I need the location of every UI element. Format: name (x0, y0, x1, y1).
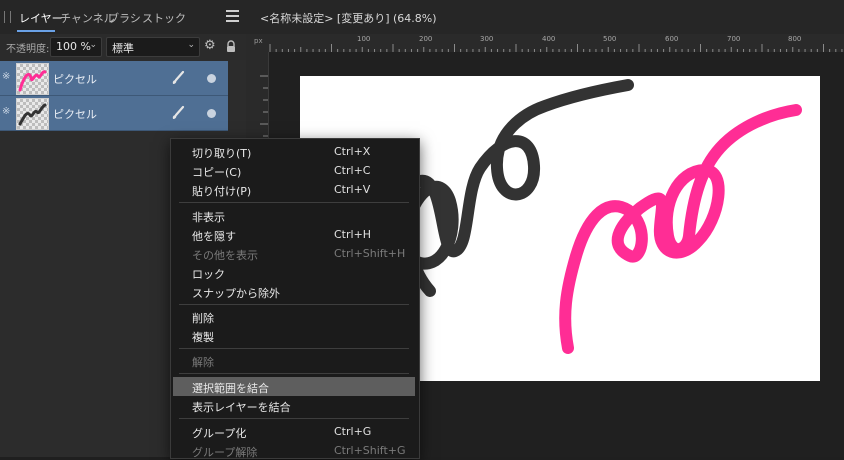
menu-item-shortcut: Ctrl+Shift+H (334, 247, 406, 260)
gear-icon[interactable]: ⚙ (204, 39, 218, 53)
link-icon[interactable]: ※ (2, 71, 10, 82)
menu-item-label: スナップから除外 (192, 287, 280, 300)
menu-item-label: 非表示 (192, 211, 225, 224)
layer-name: ピクセル (53, 108, 97, 121)
menu-item-ungroup: グループ解除 Ctrl+Shift+G (171, 441, 417, 458)
layer-row[interactable]: ※ ピクセル (0, 96, 228, 131)
ruler-label: 800 (788, 35, 802, 43)
layer-thumbnail (16, 63, 49, 95)
menu-item-delete[interactable]: 削除 (171, 307, 417, 326)
brush-icon[interactable] (170, 105, 186, 121)
menu-item-hide[interactable]: 非表示 (171, 206, 417, 225)
ruler-label: 400 (542, 35, 556, 43)
visibility-toggle[interactable] (207, 109, 216, 118)
document-tab-bar: <名称未設定> [変更あり] (64.8%) (246, 0, 844, 35)
opacity-dropdown[interactable]: 100 % ⌄ (50, 37, 102, 57)
menu-item-hide-others[interactable]: 他を隠す Ctrl+H (171, 225, 417, 244)
menu-item-label: 切り取り(T) (192, 147, 252, 160)
ruler-label: 200 (419, 35, 433, 43)
menu-item-shortcut: Ctrl+C (334, 164, 371, 177)
menu-item-label: グループ化 (192, 427, 247, 440)
ruler-label: 500 (603, 35, 617, 43)
pink-brush-stroke (559, 104, 802, 354)
menu-item-label: 複製 (192, 331, 214, 344)
layers-scrollbar[interactable] (228, 60, 246, 130)
dark-brush-stroke (392, 79, 634, 297)
tab-channels[interactable]: チャンネル (60, 10, 115, 26)
menu-item-cut[interactable]: 切り取り(T) Ctrl+X (171, 142, 417, 161)
ruler-label: 700 (727, 35, 741, 43)
menu-item-copy[interactable]: コピー(C) Ctrl+C (171, 161, 417, 180)
lock-icon[interactable] (226, 40, 236, 54)
menu-item-shortcut: Ctrl+V (334, 183, 371, 196)
layer-thumbnail (16, 98, 49, 130)
menu-item-label: 選択範囲を結合 (192, 382, 269, 395)
context-menu: 切り取り(T) Ctrl+X コピー(C) Ctrl+C 貼り付け(P) Ctr… (170, 138, 420, 459)
menu-item-merge-visible[interactable]: 表示レイヤーを結合 (171, 396, 417, 415)
panel-tab-bar: レイヤー チャンネル ブラシ ストック (0, 0, 246, 35)
menu-item-label: ロック (192, 268, 225, 281)
menu-item-lock[interactable]: ロック (171, 263, 417, 282)
menu-item-label: 表示レイヤーを結合 (192, 401, 291, 414)
link-icon[interactable]: ※ (2, 106, 10, 117)
blend-mode-value: 標準 (112, 42, 134, 55)
menu-separator (179, 348, 409, 349)
layer-options-bar: 不透明度: 100 % ⌄ 標準 ⌄ ⚙ (0, 34, 246, 60)
tab-layers[interactable]: レイヤー (19, 10, 63, 26)
menu-item-label: 削除 (192, 312, 214, 325)
menu-separator (179, 418, 409, 419)
ruler-label: 100 (357, 35, 371, 43)
menu-item-release: 解除 (171, 351, 417, 370)
tab-brushes[interactable]: ブラシ (108, 10, 141, 26)
blend-mode-dropdown[interactable]: 標準 ⌄ (106, 37, 200, 57)
menu-item-shortcut: Ctrl+X (334, 145, 371, 158)
menu-separator (179, 202, 409, 203)
menu-separator (179, 373, 409, 374)
horizontal-ruler[interactable]: px 100 200 300 400 500 600 700 800 (246, 34, 844, 53)
menu-item-label: コピー(C) (192, 166, 242, 179)
menu-item-label: その他を表示 (192, 249, 258, 262)
visibility-toggle[interactable] (207, 74, 216, 83)
menu-item-shortcut: Ctrl+G (334, 425, 372, 438)
tab-stock[interactable]: ストック (142, 10, 186, 26)
ruler-label: 300 (480, 35, 494, 43)
active-tab-indicator (17, 30, 55, 32)
chevron-down-icon: ⌄ (89, 40, 97, 50)
panel-grip-handle[interactable] (4, 11, 11, 23)
menu-item-group[interactable]: グループ化 Ctrl+G (171, 422, 417, 441)
menu-item-shortcut: Ctrl+H (334, 228, 372, 241)
ruler-label: 600 (665, 35, 679, 43)
menu-item-shortcut: Ctrl+Shift+G (334, 444, 406, 457)
panel-menu-icon[interactable] (226, 10, 239, 22)
menu-item-label: 他を隠す (192, 230, 236, 243)
menu-separator (179, 304, 409, 305)
document-title[interactable]: <名称未設定> [変更あり] (64.8%) (260, 10, 437, 26)
layer-row[interactable]: ※ ピクセル (0, 61, 228, 96)
opacity-label: 不透明度: (6, 44, 50, 55)
menu-item-label: 解除 (192, 356, 214, 369)
menu-item-duplicate[interactable]: 複製 (171, 326, 417, 345)
menu-item-show-others: その他を表示 Ctrl+Shift+H (171, 244, 417, 263)
layer-name: ピクセル (53, 73, 97, 86)
opacity-value: 100 % (56, 40, 91, 53)
menu-item-label: 貼り付け(P) (192, 185, 252, 198)
menu-item-exclude-from-snapping[interactable]: スナップから除外 (171, 282, 417, 301)
menu-item-merge-selected[interactable]: 選択範囲を結合 (173, 377, 415, 396)
menu-item-paste[interactable]: 貼り付け(P) Ctrl+V (171, 180, 417, 199)
chevron-down-icon: ⌄ (187, 40, 195, 50)
brush-icon[interactable] (170, 70, 186, 86)
